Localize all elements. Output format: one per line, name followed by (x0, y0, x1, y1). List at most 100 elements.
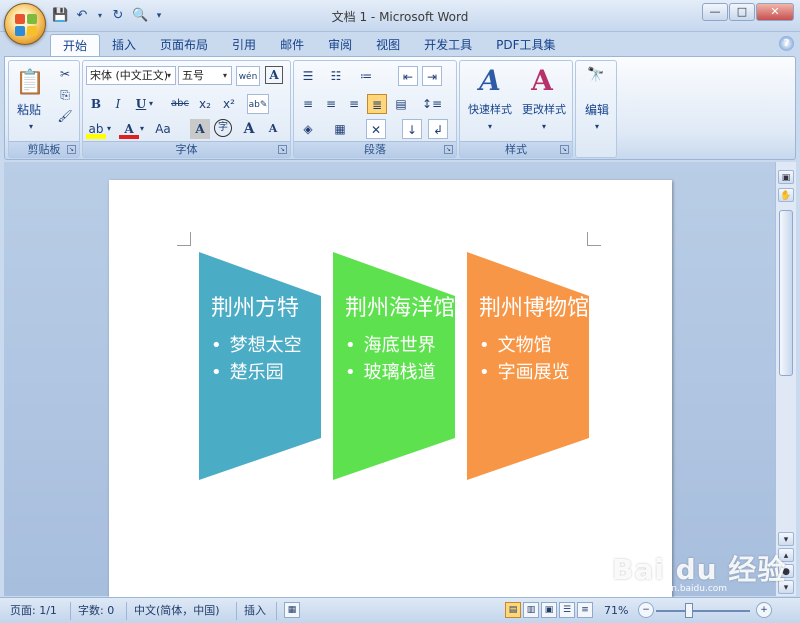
change-styles-dropdown-icon[interactable]: ▾ (534, 117, 554, 137)
quick-styles-button[interactable]: 快速样式 (462, 101, 518, 117)
maximize-button[interactable]: □ (729, 3, 755, 21)
increase-indent-icon[interactable]: ⇥ (422, 66, 442, 86)
tab-home[interactable]: 开始 (50, 34, 101, 56)
hand-icon[interactable]: ✋ (778, 188, 794, 202)
tab-page-layout[interactable]: 页面布局 (148, 34, 220, 56)
scroll-thumb[interactable] (779, 210, 793, 376)
word-count[interactable]: 字数: 0 (78, 603, 114, 619)
quick-styles-icon[interactable]: A (474, 65, 506, 97)
print-layout-view-icon[interactable]: ▤ (505, 602, 521, 618)
ribbon-tabs: 开始 插入 页面布局 引用 邮件 审阅 视图 开发工具 PDF工具集 (50, 32, 568, 56)
close-button[interactable]: ✕ (756, 3, 794, 21)
char-border-icon[interactable]: A (265, 66, 283, 84)
card-bullets: 文物馆 字画展览 (479, 332, 589, 386)
clipboard-launcher-icon[interactable]: ↘ (67, 145, 76, 154)
highlight-icon[interactable]: ab (86, 119, 106, 139)
font-color-dropdown-icon[interactable]: ▾ (138, 119, 146, 139)
sort-icon[interactable]: ↓ (402, 119, 422, 139)
format-painter-icon[interactable]: 🖌 (55, 106, 75, 126)
find-icon[interactable]: 🔭 (586, 65, 606, 85)
numbering-icon[interactable]: ☷ (326, 66, 346, 86)
minimize-button[interactable]: — (702, 3, 728, 21)
change-styles-icon[interactable]: A (526, 65, 558, 97)
char-shading-icon[interactable]: A (190, 119, 210, 139)
justify-icon[interactable]: ≣ (367, 94, 387, 114)
distributed-icon[interactable]: ▤ (391, 94, 411, 114)
macro-record-icon[interactable]: ▦ (284, 602, 300, 618)
phonetic-guide-icon[interactable]: wén (236, 66, 260, 86)
bullets-icon[interactable]: ☰ (298, 66, 318, 86)
tab-pdf-tools[interactable]: PDF工具集 (484, 34, 567, 56)
italic-button[interactable]: I (108, 94, 128, 114)
zoom-slider-thumb[interactable] (685, 603, 693, 618)
help-icon[interactable]: ? (779, 36, 794, 51)
divider (276, 602, 277, 620)
vertical-scrollbar[interactable]: ▣ ✋ ▾ ▴ ● ▾ (775, 162, 796, 596)
font-color-icon[interactable]: A (119, 119, 139, 139)
font-size-combo[interactable]: 五号 ▾ (178, 66, 232, 85)
scroll-down-icon[interactable]: ▾ (778, 532, 794, 546)
office-button[interactable] (4, 3, 46, 45)
document-page[interactable]: 荆州方特 梦想太空 楚乐园 荆州海洋馆 海底世界 玻璃栈道 荆州博物馆 文物馆 … (109, 180, 672, 620)
font-size-value: 五号 (182, 69, 204, 82)
ruler-toggle-icon[interactable]: ▣ (778, 170, 794, 184)
align-center-icon[interactable]: ≡ (321, 94, 341, 114)
page-count[interactable]: 页面: 1/1 (10, 603, 57, 619)
paste-dropdown-icon[interactable]: ▾ (21, 117, 41, 137)
show-marks-icon[interactable]: ↲ (428, 119, 448, 139)
bullet-item: 楚乐园 (211, 359, 321, 386)
change-case-button[interactable]: Aa (150, 119, 176, 139)
styles-launcher-icon[interactable]: ↘ (560, 145, 569, 154)
align-right-icon[interactable]: ≡ (344, 94, 364, 114)
full-screen-reading-icon[interactable]: ▥ (523, 602, 539, 618)
divider (126, 602, 127, 620)
web-layout-icon[interactable]: ▣ (541, 602, 557, 618)
clear-format-icon[interactable]: ab✎ (247, 94, 269, 114)
zoom-in-icon[interactable]: + (756, 602, 772, 618)
paragraph-launcher-icon[interactable]: ↘ (444, 145, 453, 154)
quick-styles-dropdown-icon[interactable]: ▾ (480, 117, 500, 137)
decrease-indent-icon[interactable]: ⇤ (398, 66, 418, 86)
superscript-button[interactable]: x² (219, 94, 239, 114)
zoom-out-icon[interactable]: − (638, 602, 654, 618)
line-spacing-icon[interactable]: ↕≡ (418, 94, 446, 114)
tab-review[interactable]: 审阅 (316, 34, 364, 56)
grow-font-button[interactable]: A (239, 119, 259, 139)
shading-icon[interactable]: ◈ (298, 119, 318, 139)
change-styles-button[interactable]: 更改样式 (516, 101, 572, 117)
zoom-slider-track[interactable] (656, 610, 750, 612)
draft-view-icon[interactable]: ≡ (577, 602, 593, 618)
outline-view-icon[interactable]: ☰ (559, 602, 575, 618)
copy-icon[interactable]: ⎘ (55, 85, 75, 105)
multilevel-list-icon[interactable]: ≔ (356, 66, 376, 86)
editing-button[interactable]: 编辑 (580, 101, 614, 118)
underline-dropdown-icon[interactable]: ▾ (147, 94, 155, 114)
tab-mailings[interactable]: 邮件 (268, 34, 316, 56)
card-bullets: 梦想太空 楚乐园 (211, 332, 321, 386)
tab-view[interactable]: 视图 (364, 34, 412, 56)
ribbon: 📋 粘贴 ▾ ✂ ⎘ 🖌 剪贴板 ↘ 宋体 (中文正文) ▾ 五号 ▾ wén … (4, 56, 796, 160)
tab-insert[interactable]: 插入 (100, 34, 148, 56)
insert-mode[interactable]: 插入 (244, 603, 266, 619)
font-name-combo[interactable]: 宋体 (中文正文) ▾ (86, 66, 176, 85)
strikethrough-button[interactable]: abc (168, 94, 192, 114)
highlight-dropdown-icon[interactable]: ▾ (105, 119, 113, 139)
zoom-level[interactable]: 71% (604, 603, 628, 619)
shrink-font-button[interactable]: A (263, 119, 283, 139)
bold-button[interactable]: B (86, 94, 106, 114)
tab-references[interactable]: 引用 (220, 34, 268, 56)
enclose-char-button[interactable]: 字 (214, 119, 232, 137)
font-launcher-icon[interactable]: ↘ (278, 145, 287, 154)
subscript-button[interactable]: x₂ (195, 94, 215, 114)
paste-button[interactable]: 粘贴 (13, 101, 45, 118)
smartart-graphic[interactable] (109, 180, 672, 620)
borders-icon[interactable]: ▦ (330, 119, 350, 139)
editing-dropdown-icon[interactable]: ▾ (587, 117, 607, 137)
cut-icon[interactable]: ✂ (55, 64, 75, 84)
paste-icon[interactable]: 📋 (15, 65, 45, 99)
baidu-watermark: Bai du 经验 (612, 553, 787, 586)
chinese-layout-icon[interactable]: ✕ (366, 119, 386, 139)
tab-developer[interactable]: 开发工具 (412, 34, 484, 56)
language-indicator[interactable]: 中文(简体，中国) (134, 603, 220, 619)
align-left-icon[interactable]: ≡ (298, 94, 318, 114)
